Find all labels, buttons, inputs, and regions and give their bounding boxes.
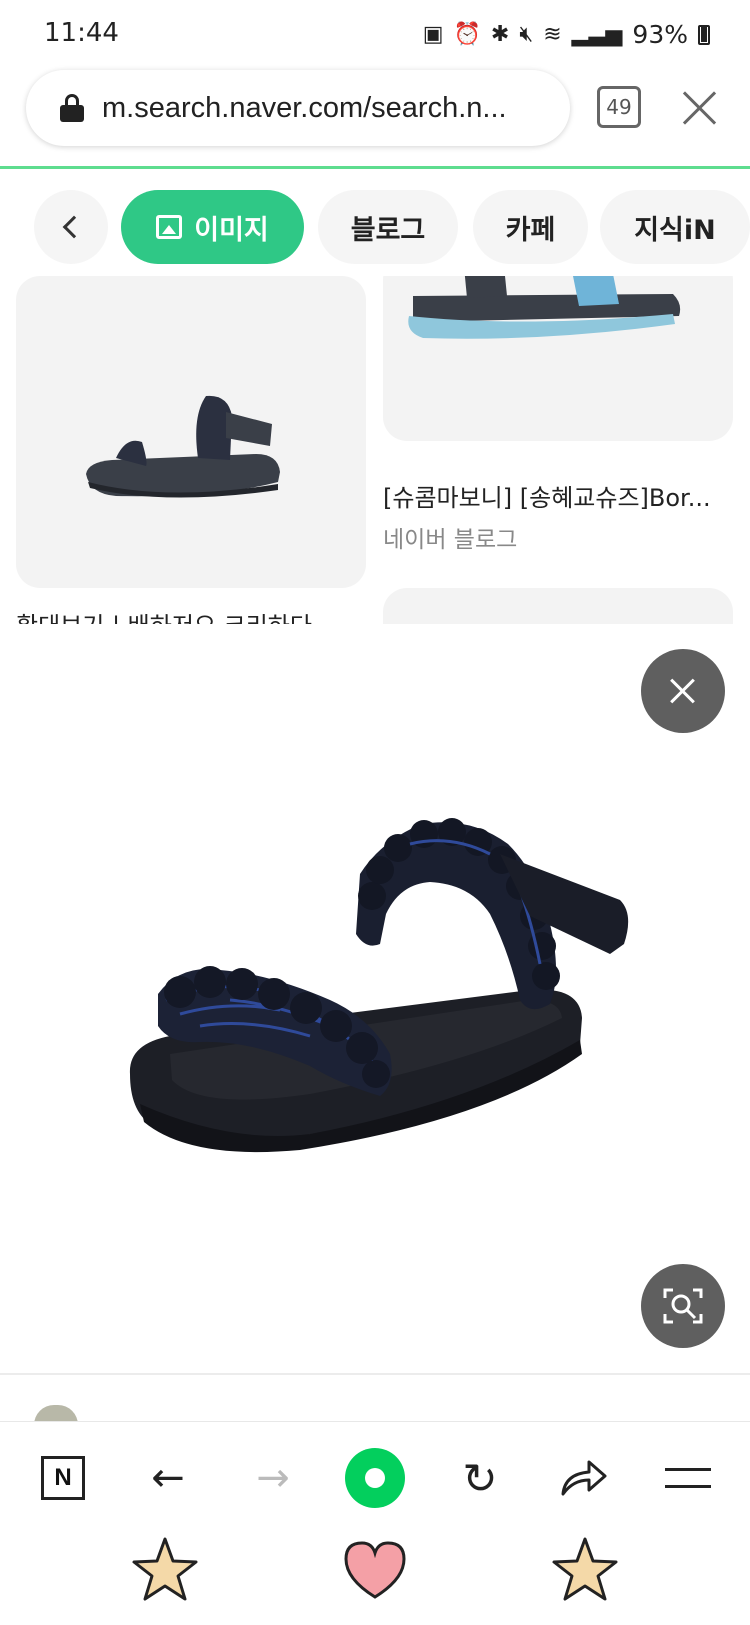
sandal-image[interactable]	[110, 804, 670, 1224]
lens-search-button[interactable]	[641, 1264, 725, 1348]
result-image-2[interactable]	[383, 276, 733, 441]
image-icon	[156, 215, 183, 239]
browser-toolbar: N ← → ↻	[0, 1421, 750, 1531]
chevron-left-icon	[62, 215, 86, 239]
url-text[interactable]: m.search.naver.com/search.n...	[102, 92, 542, 125]
naver-n-icon: N	[41, 1456, 85, 1500]
divider	[0, 1373, 750, 1375]
page-load-line	[0, 166, 750, 169]
result-image-1[interactable]	[16, 276, 366, 588]
reload-button[interactable]: ↻	[452, 1450, 508, 1506]
alarm-icon: ⏰	[453, 22, 481, 47]
tab-cafe[interactable]: 카페	[473, 190, 588, 264]
image-viewer	[0, 624, 750, 1369]
tab-blog[interactable]: 블로그	[318, 190, 458, 264]
forward-button[interactable]: →	[245, 1450, 301, 1506]
mute-icon: 🔇︎	[519, 22, 534, 47]
status-bar: 11:44 ▣ ⏰ ✱ 🔇︎ ≋ ▂▃▅ 93%	[0, 0, 750, 70]
search-tabs: 이미지 블로그 카페 지식iN	[0, 186, 750, 266]
tab-label: 이미지	[194, 214, 269, 246]
tab-image[interactable]: 이미지	[121, 190, 304, 264]
status-icons: ▣ ⏰ ✱ 🔇︎ ≋ ▂▃▅ 93%	[423, 20, 710, 49]
image-results-grid: [슈콤마보니] [송혜교슈즈]Bor... 네이버 블로그 확대보기 | 배하저…	[0, 276, 750, 624]
menu-button[interactable]	[660, 1450, 716, 1506]
tab-label: 카페	[505, 214, 556, 246]
share-icon	[561, 1460, 607, 1496]
tab-label: 지식iN	[634, 214, 716, 246]
close-icon[interactable]	[641, 649, 725, 733]
lock-icon[interactable]	[60, 94, 84, 122]
back-button[interactable]: ←	[140, 1450, 196, 1506]
tabs-back-button[interactable]	[34, 190, 108, 264]
battery-saver-icon: ▣	[422, 22, 444, 47]
heart-icon[interactable]	[340, 1535, 410, 1605]
share-button[interactable]	[555, 1450, 611, 1506]
star-icon[interactable]	[130, 1535, 200, 1605]
sticker-row	[0, 1531, 750, 1625]
lens-search-icon	[663, 1288, 703, 1324]
naver-home-button[interactable]: N	[35, 1450, 91, 1506]
tab-count-button[interactable]: 49	[597, 86, 641, 128]
bluetooth-icon: ✱	[490, 22, 510, 47]
signal-icon: ▂▃▅	[571, 22, 623, 47]
tab-kin[interactable]: 지식iN	[600, 190, 750, 264]
battery-icon	[698, 24, 710, 45]
result-source-2: 네이버 블로그	[383, 527, 518, 553]
result-image-3[interactable]	[383, 588, 733, 624]
address-bar[interactable]: m.search.naver.com/search.n...	[26, 70, 570, 146]
status-time: 11:44	[44, 18, 119, 48]
tab-label: 블로그	[350, 214, 426, 246]
result-title-2[interactable]: [슈콤마보니] [송혜교슈즈]Bor...	[383, 478, 728, 513]
green-dot-button[interactable]	[345, 1448, 405, 1508]
close-icon[interactable]	[678, 86, 722, 130]
result-title-1[interactable]: 확대보기 | 배하저으 크리하다	[16, 606, 312, 624]
star-icon[interactable]	[550, 1535, 620, 1605]
wifi-icon: ≋	[543, 22, 562, 47]
menu-icon	[665, 1468, 711, 1488]
battery-percent: 93%	[632, 20, 688, 49]
